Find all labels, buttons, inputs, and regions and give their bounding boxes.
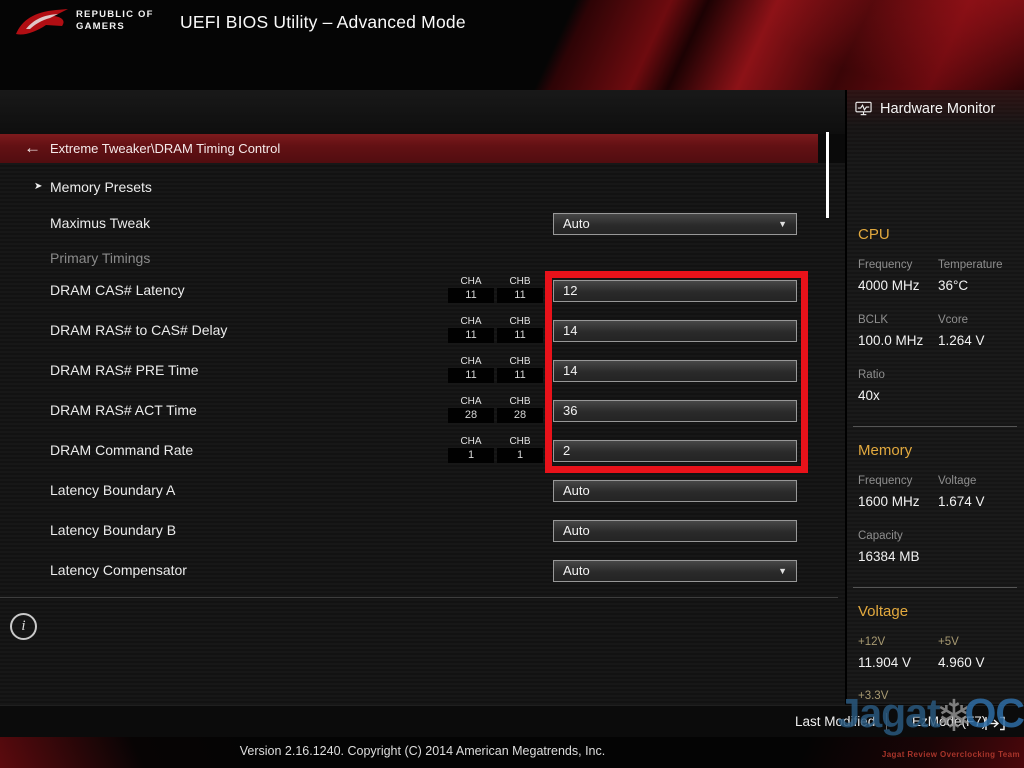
header: REPUBLIC OF GAMERS UEFI BIOS Utility – A… [0, 0, 1024, 90]
divider-memory-voltage [853, 587, 1017, 588]
maximus-tweak-dropdown[interactable]: Auto ▼ [553, 213, 797, 235]
menu-bar: 01/11/2015 Sunday 17:29 ⚙ English MyFavo… [0, 44, 1024, 90]
latency-boundary-b-label: Latency Boundary B [50, 521, 176, 539]
breadcrumb-text: Extreme Tweaker\DRAM Timing Control [50, 134, 280, 163]
section-title-voltage: Voltage [858, 603, 908, 621]
channel-a-badge: CHA11 [448, 276, 494, 303]
ezmode-exit-icon[interactable] [984, 716, 1006, 731]
metric-cpu-bclk: BCLK100.0 MHz [858, 314, 923, 348]
scrollbar-thumb[interactable] [826, 132, 829, 218]
dram-ras-act-time-input[interactable]: 36 [553, 400, 797, 422]
ezmode-button[interactable]: EzMode(F7) [912, 714, 986, 729]
hardware-monitor-title: Hardware Monitor [855, 100, 995, 118]
back-arrow-icon[interactable]: ← [24, 138, 41, 158]
metric-cpu-vcore: Vcore1.264 V [938, 314, 985, 348]
latency-boundary-b-input[interactable]: Auto [553, 520, 797, 542]
dram-cas-latency-label: DRAM CAS# Latency [50, 281, 185, 299]
monitor-icon [855, 101, 872, 116]
dram-cas-latency-input[interactable]: 12 [553, 280, 797, 302]
channel-b-badge: CHB28 [497, 396, 543, 423]
channel-a-badge: CHA1 [448, 436, 494, 463]
dram-ras-to-cas-delay-input[interactable]: 14 [553, 320, 797, 342]
latency-boundary-a-input[interactable]: Auto [553, 480, 797, 502]
channel-b-badge: CHB1 [497, 436, 543, 463]
title-bar: REPUBLIC OF GAMERS UEFI BIOS Utility – A… [0, 0, 1024, 44]
metric-voltage-12v: +12V11.904 V [858, 636, 911, 670]
window-title: UEFI BIOS Utility – Advanced Mode [180, 12, 466, 33]
footer-divider [886, 713, 887, 730]
divider-cpu-memory [853, 426, 1017, 427]
channel-a-badge: CHA11 [448, 356, 494, 383]
dram-command-rate-input[interactable]: 2 [553, 440, 797, 462]
metric-memory-capacity: Capacity16384 MB [858, 530, 920, 564]
section-title-memory: Memory [858, 442, 912, 460]
latency-compensator-dropdown[interactable]: Auto ▼ [553, 560, 797, 582]
dropdown-arrow-icon: ▼ [778, 214, 787, 234]
breadcrumb: ← Extreme Tweaker\DRAM Timing Control [0, 134, 818, 163]
dram-ras-to-cas-delay-label: DRAM RAS# to CAS# Delay [50, 321, 227, 339]
last-modified-button[interactable]: Last Modified [795, 714, 875, 729]
channel-b-badge: CHB11 [497, 356, 543, 383]
metric-cpu-temperature: Temperature36°C [938, 259, 1003, 293]
metric-memory-frequency: Frequency1600 MHz [858, 475, 920, 509]
latency-compensator-label: Latency Compensator [50, 561, 187, 579]
dram-ras-act-time-label: DRAM RAS# ACT Time [50, 401, 197, 419]
info-icon: i [10, 613, 37, 640]
dram-ras-pre-time-input[interactable]: 14 [553, 360, 797, 382]
dram-ras-pre-time-label: DRAM RAS# PRE Time [50, 361, 199, 379]
metric-voltage-5v: +5V4.960 V [938, 636, 985, 670]
nav-tabs: My Favorites Extreme Tweaker Main Advanc… [0, 90, 845, 134]
latency-boundary-a-label: Latency Boundary A [50, 481, 175, 499]
channel-b-badge: CHB11 [497, 276, 543, 303]
memory-presets-item[interactable]: Memory Presets [50, 178, 152, 196]
dropdown-arrow-icon: ▼ [778, 561, 787, 581]
submenu-arrow-icon: ➤ [34, 181, 42, 193]
dram-command-rate-label: DRAM Command Rate [50, 441, 193, 459]
primary-timings-section-label: Primary Timings [50, 249, 150, 267]
hardware-monitor-panel: Hardware Monitor CPU Frequency4000 MHz T… [845, 90, 1024, 704]
rog-logo-icon [14, 5, 70, 39]
content-divider [0, 597, 838, 598]
brand-text: REPUBLIC OF GAMERS [76, 9, 154, 33]
metric-cpu-frequency: Frequency4000 MHz [858, 259, 920, 293]
section-title-cpu: CPU [858, 226, 890, 244]
metric-cpu-ratio: Ratio40x [858, 369, 885, 403]
metric-memory-voltage: Voltage1.674 V [938, 475, 985, 509]
channel-a-badge: CHA11 [448, 316, 494, 343]
maximus-tweak-label: Maximus Tweak [50, 214, 150, 232]
footer-version: Version 2.16.1240. Copyright (C) 2014 Am… [0, 744, 845, 758]
bios-screen: REPUBLIC OF GAMERS UEFI BIOS Utility – A… [0, 0, 1024, 768]
channel-b-badge: CHB11 [497, 316, 543, 343]
channel-a-badge: CHA28 [448, 396, 494, 423]
